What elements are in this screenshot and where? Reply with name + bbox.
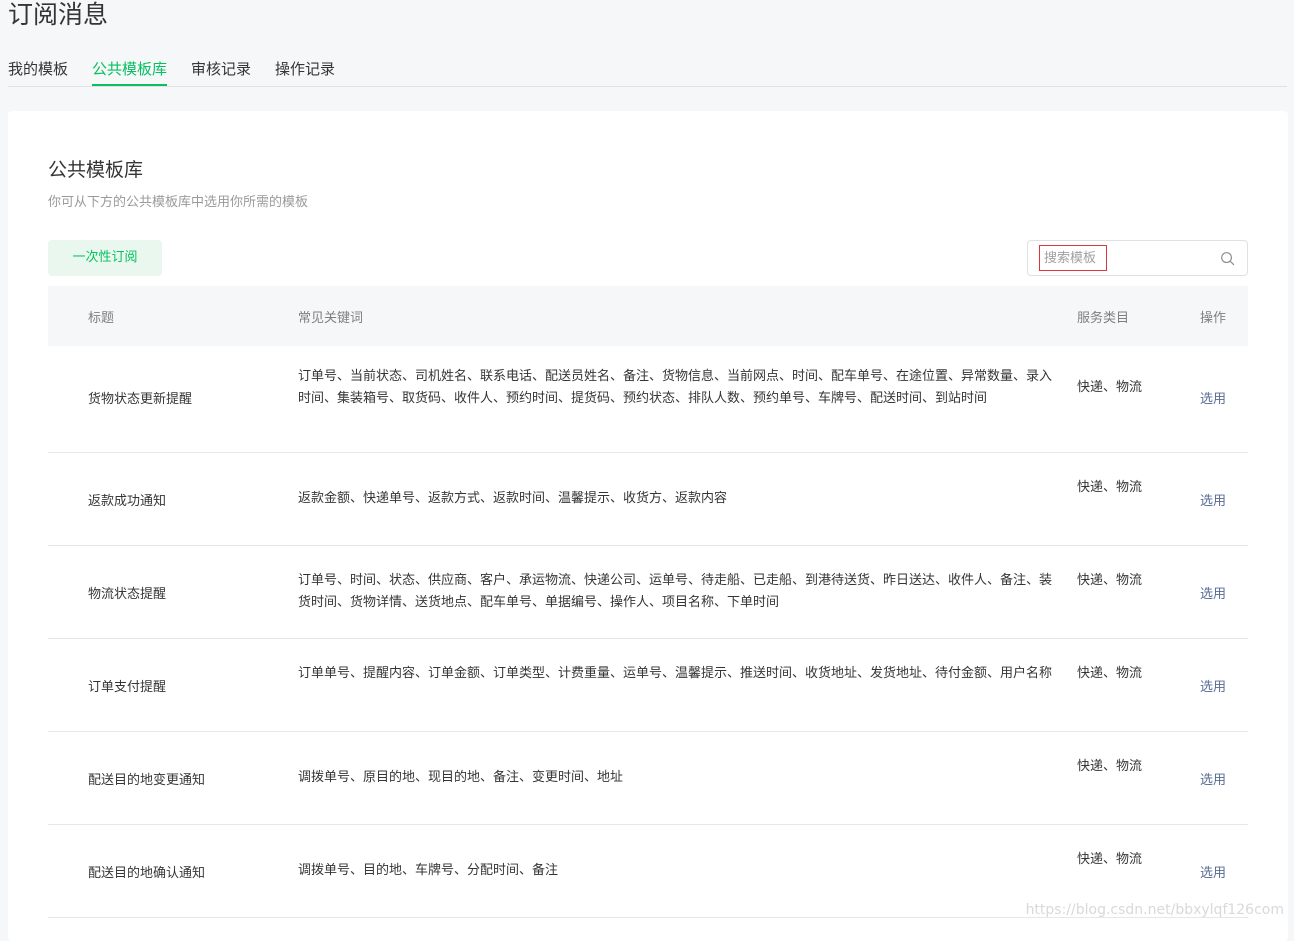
table-row: 货物状态更新提醒 订单号、当前状态、司机姓名、联系电话、配送员姓名、备注、货物信… (48, 346, 1248, 453)
card-description: 你可从下方的公共模板库中选用你所需的模板 (48, 191, 308, 210)
table-header: 标题 常见关键词 服务类目 操作 (48, 286, 1248, 346)
library-card: 公共模板库 你可从下方的公共模板库中选用你所需的模板 一次性订阅 标题 常见关键… (8, 111, 1288, 941)
select-button[interactable]: 选用 (1200, 388, 1226, 407)
card-title: 公共模板库 (48, 155, 143, 182)
template-table: 标题 常见关键词 服务类目 操作 货物状态更新提醒 订单号、当前状态、司机姓名、… (48, 286, 1248, 918)
search-box (1027, 240, 1248, 276)
row-category: 快递、物流 (1077, 477, 1143, 499)
row-category: 快递、物流 (1077, 849, 1143, 871)
select-button[interactable]: 选用 (1200, 490, 1226, 509)
select-button[interactable]: 选用 (1200, 862, 1226, 881)
row-title: 返款成功通知 (88, 490, 166, 509)
tab-public-library[interactable]: 公共模板库 (92, 58, 167, 86)
row-keywords: 调拨单号、原目的地、现目的地、备注、变更时间、地址 (298, 767, 1060, 789)
tab-my-templates[interactable]: 我的模板 (8, 58, 68, 86)
table-row: 返款成功通知 返款金额、快递单号、返款方式、返款时间、温馨提示、收货方、返款内容… (48, 453, 1248, 546)
header-action: 操作 (1200, 307, 1226, 326)
table-row: 物流状态提醒 订单号、时间、状态、供应商、客户、承运物流、快递公司、运单号、待走… (48, 546, 1248, 639)
row-category: 快递、物流 (1077, 756, 1143, 778)
row-title: 货物状态更新提醒 (88, 388, 192, 407)
select-button[interactable]: 选用 (1200, 769, 1226, 788)
row-keywords: 调拨单号、目的地、车牌号、分配时间、备注 (298, 860, 1060, 882)
row-keywords: 订单号、时间、状态、供应商、客户、承运物流、快递公司、运单号、待走船、已走船、到… (298, 570, 1060, 614)
row-category: 快递、物流 (1077, 377, 1143, 399)
row-title: 物流状态提醒 (88, 583, 166, 602)
table-row: 配送目的地变更通知 调拨单号、原目的地、现目的地、备注、变更时间、地址 快递、物… (48, 732, 1248, 825)
header-category: 服务类目 (1077, 307, 1129, 326)
page-title: 订阅消息 (8, 0, 108, 30)
row-title: 订单支付提醒 (88, 676, 166, 695)
header-keywords: 常见关键词 (298, 307, 363, 326)
row-title: 配送目的地变更通知 (88, 769, 205, 788)
row-category: 快递、物流 (1077, 570, 1143, 592)
tab-review-records[interactable]: 审核记录 (191, 58, 251, 86)
watermark: https://blog.csdn.net/bbxylqf126com (1026, 902, 1284, 918)
select-button[interactable]: 选用 (1200, 583, 1226, 602)
row-keywords: 订单号、当前状态、司机姓名、联系电话、配送员姓名、备注、货物信息、当前网点、时间… (298, 366, 1060, 410)
row-keywords: 订单单号、提醒内容、订单金额、订单类型、计费重量、运单号、温馨提示、推送时间、收… (298, 663, 1060, 685)
row-keywords: 返款金额、快递单号、返款方式、返款时间、温馨提示、收货方、返款内容 (298, 488, 1060, 510)
row-title: 配送目的地确认通知 (88, 862, 205, 881)
search-input[interactable] (1039, 245, 1107, 271)
header-title: 标题 (88, 307, 114, 326)
table-row: 订单支付提醒 订单单号、提醒内容、订单金额、订单类型、计费重量、运单号、温馨提示… (48, 639, 1248, 732)
tab-operation-records[interactable]: 操作记录 (275, 58, 335, 86)
tab-bar: 我的模板 公共模板库 审核记录 操作记录 (8, 58, 1287, 87)
select-button[interactable]: 选用 (1200, 676, 1226, 695)
row-category: 快递、物流 (1077, 663, 1143, 685)
search-icon[interactable] (1220, 251, 1235, 266)
one-time-subscribe-button[interactable]: 一次性订阅 (48, 240, 162, 276)
